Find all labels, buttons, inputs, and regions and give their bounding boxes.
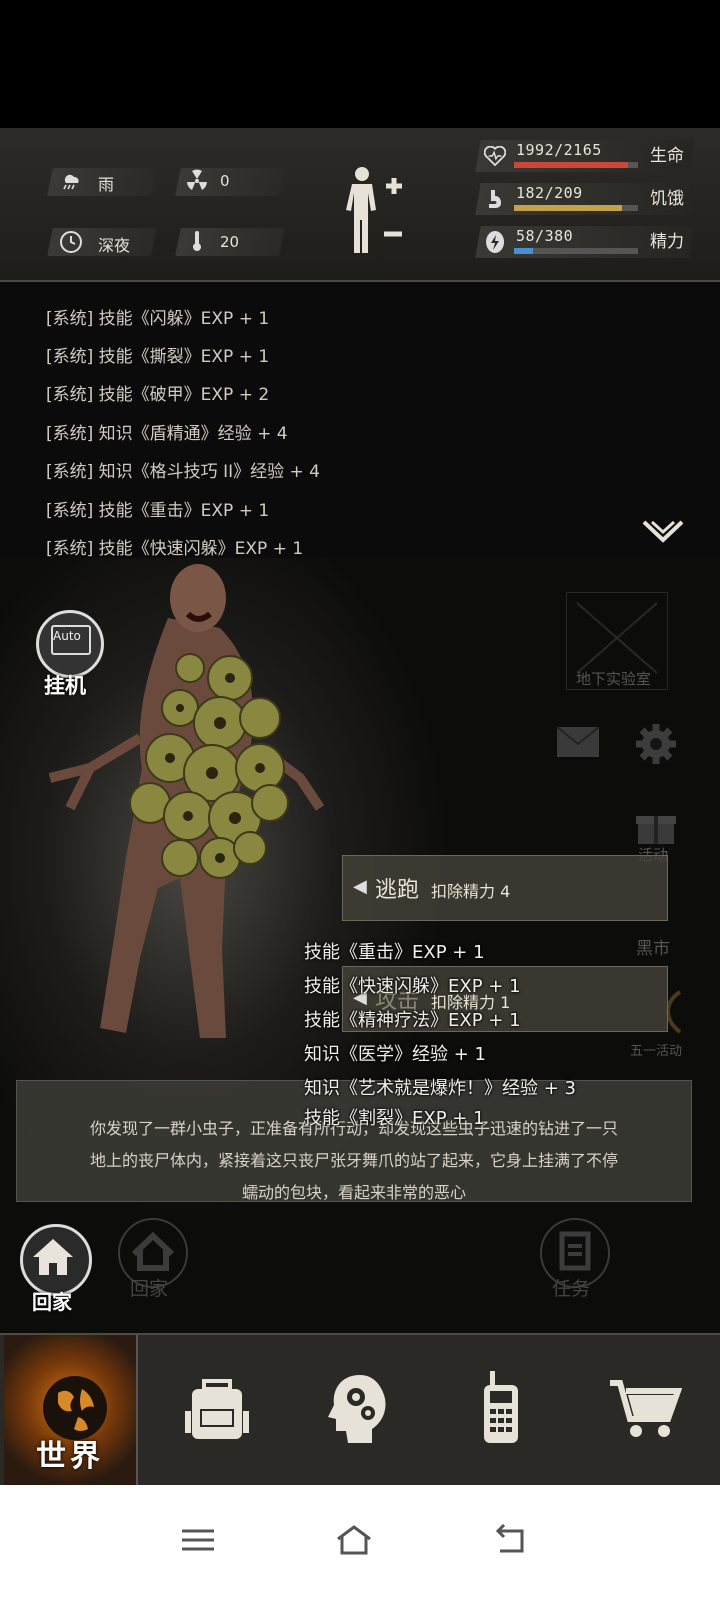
- floating-exp-text: 技能《重击》EXP + 1: [304, 942, 485, 963]
- body-figure-icon: [346, 167, 402, 253]
- task-label: 任务: [552, 1278, 591, 1300]
- radiation-icon: [184, 168, 210, 194]
- location-label: 地下实验室: [576, 670, 652, 688]
- home-faint-label: 回家: [130, 1278, 169, 1300]
- auto-text: Auto: [53, 629, 81, 643]
- stomach-icon: [482, 186, 508, 212]
- floating-exp-text: 技能《快速闪躲》EXP + 1: [304, 976, 521, 997]
- mail-icon[interactable]: [556, 726, 600, 762]
- character-body-button[interactable]: [340, 164, 410, 256]
- brain-gears-icon: [328, 1375, 386, 1443]
- energy-icon: [482, 229, 508, 255]
- flee-label: 逃跑: [375, 878, 420, 903]
- health-bar: 1992/2165 生命: [475, 140, 702, 174]
- energy-value: 58/380: [516, 227, 574, 245]
- home-label: 回家: [32, 1290, 72, 1314]
- floating-exp-text: 技能《割裂》EXP + 1: [304, 1108, 485, 1129]
- auto-icon: Auto: [36, 610, 104, 678]
- hunger-bar: 182/209 饥饿: [475, 183, 702, 217]
- weather-text: 雨: [98, 175, 115, 194]
- heart-pulse-icon: [482, 143, 508, 169]
- time-of-day-text: 深夜: [98, 236, 131, 255]
- floating-exp-text: 技能《精神疗法》EXP + 1: [304, 1010, 521, 1031]
- event-label[interactable]: 五一活动: [630, 1040, 682, 1059]
- log-line: [系统] 技能《重击》EXP + 1: [46, 501, 270, 521]
- bottom-nav: 世界: [0, 1333, 720, 1487]
- health-label: 生命: [650, 146, 684, 166]
- log-line: [系统] 技能《撕裂》EXP + 1: [46, 347, 270, 367]
- story-line: 蠕动的包块，看起来非常的恶心: [241, 1183, 466, 1202]
- cart-icon: [610, 1380, 682, 1437]
- rain-cloud-icon: [58, 168, 84, 194]
- hunger-value: 182/209: [516, 184, 583, 202]
- story-line: 地上的丧尸体内，紧接着这只丧尸张牙舞爪的站了起来，它身上挂满了不停: [89, 1151, 618, 1170]
- world-label: 世界: [36, 1439, 104, 1474]
- energy-bar: 58/380 精力: [475, 226, 702, 260]
- floating-exp-text: 知识《医学》经验 + 1: [304, 1044, 486, 1065]
- system-nav-bar: [0, 1485, 720, 1600]
- radio-icon: [484, 1371, 518, 1443]
- health-value: 1992/2165: [516, 141, 602, 159]
- backpack-icon: [185, 1379, 249, 1439]
- radiation-value: 0: [220, 172, 230, 190]
- menu-icon[interactable]: [178, 1523, 218, 1557]
- floating-exp-text: 知识《艺术就是爆炸！》经验 + 3: [304, 1078, 576, 1099]
- hunger-fill: [514, 205, 622, 211]
- log-line: [系统] 技能《破甲》EXP + 2: [46, 385, 270, 405]
- house-icon: [33, 1239, 73, 1275]
- log-line: [系统] 知识《盾精通》经验 + 4: [46, 424, 288, 444]
- home-nav-icon[interactable]: [334, 1523, 374, 1557]
- status-panel: 雨 0 深夜 20 1992/2165 生命 182/209 饥饿 58/380…: [0, 128, 720, 282]
- black-market-label[interactable]: 黑市: [636, 934, 670, 959]
- log-line: [系统] 技能《闪躲》EXP + 1: [46, 309, 270, 329]
- hunger-label: 饥饿: [650, 189, 684, 209]
- energy-label: 精力: [650, 232, 684, 252]
- back-icon[interactable]: [490, 1523, 530, 1557]
- nav-backpack[interactable]: [146, 1335, 278, 1487]
- expand-log-button[interactable]: [640, 518, 686, 548]
- settings-gear-icon[interactable]: [634, 722, 678, 770]
- thermometer-icon: [184, 228, 210, 254]
- nav-radio[interactable]: [430, 1335, 562, 1487]
- encounter-scene: 地下实验室 活动 黑市 五一活动: [0, 558, 720, 1333]
- clock-icon: [58, 229, 84, 255]
- log-line: [系统] 技能《快速闪躲》EXP + 1: [46, 539, 304, 559]
- energy-fill: [514, 248, 533, 254]
- flee-cost: 扣除精力 4: [431, 882, 511, 901]
- temperature-value: 20: [220, 233, 240, 251]
- health-fill: [514, 162, 629, 168]
- auto-battle-button[interactable]: Auto 挂机: [34, 610, 104, 698]
- auto-caption: 挂机: [44, 674, 86, 698]
- message-log[interactable]: [系统] 技能《闪躲》EXP + 1 [系统] 技能《撕裂》EXP + 1 [系…: [0, 282, 720, 559]
- nav-world[interactable]: 世界: [4, 1335, 138, 1487]
- nav-shop[interactable]: [574, 1335, 706, 1487]
- log-line: [系统] 知识《格斗技巧 II》经验 + 4: [46, 462, 320, 482]
- left-triangle-icon: ◀: [353, 876, 367, 897]
- double-chevron-down-icon: [642, 520, 684, 543]
- flee-button[interactable]: ◀ 逃跑 扣除精力 4: [342, 855, 668, 921]
- nav-skills[interactable]: [288, 1335, 420, 1487]
